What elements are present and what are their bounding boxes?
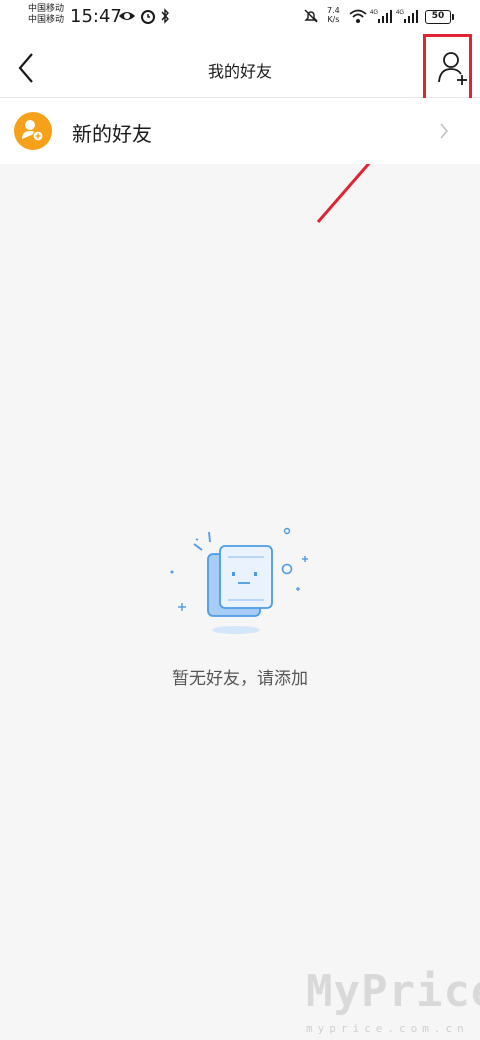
alarm-icon: [141, 10, 155, 24]
watermark-logo: MyPrice: [306, 966, 480, 1017]
nav-bar: 我的好友: [0, 36, 480, 98]
new-friends-row[interactable]: 新的好友: [0, 98, 480, 164]
bluetooth-icon: [161, 8, 169, 24]
net-speed-unit: K/s: [327, 15, 340, 24]
carrier-2: 中国移动: [28, 15, 65, 25]
status-bar: 中国移动 中国移动 15:47 7.4 K/s 4G 4G 50: [0, 0, 480, 36]
new-friends-label: 新的好友: [72, 122, 152, 146]
wifi-icon: [349, 9, 367, 23]
chevron-right-icon: [440, 123, 449, 139]
battery-indicator: 50: [425, 10, 451, 24]
watermark-url: myprice.com.cn: [306, 1022, 469, 1035]
signal-label-1: 4G: [370, 10, 378, 16]
highlight-box: [423, 34, 472, 101]
carrier-labels: 中国移动 中国移动: [28, 4, 64, 26]
battery-tip: [452, 14, 454, 20]
signal-icon-2: 4G: [396, 10, 418, 23]
signal-icon-1: 4G: [370, 10, 392, 23]
empty-friends-illustration: [170, 527, 308, 634]
page-title: 我的好友: [207, 62, 272, 81]
mute-bell-icon: [304, 9, 318, 23]
net-speed: 7.4 K/s: [327, 6, 340, 24]
carrier-1: 中国移动: [28, 4, 65, 14]
signal-label-2: 4G: [396, 10, 404, 16]
net-speed-value: 7.4: [327, 6, 340, 15]
new-friends-icon: [14, 112, 52, 150]
empty-state-message: 暂无好友，请添加: [172, 669, 308, 689]
eye-icon: [119, 12, 135, 20]
clock: 15:47: [70, 6, 122, 27]
